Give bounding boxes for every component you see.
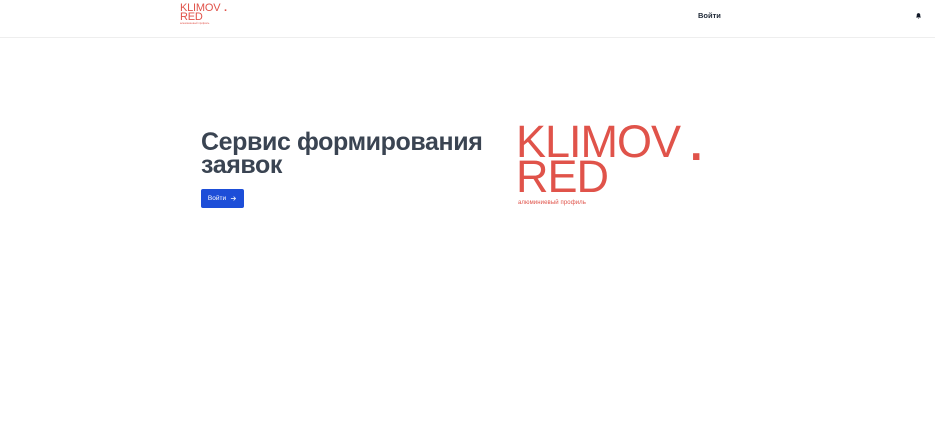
bell-icon[interactable] [915, 12, 922, 20]
brand-logo-dot: . [690, 119, 703, 170]
header-logo-dot: . [224, 2, 228, 14]
arrow-right-icon [230, 196, 236, 201]
header-login-link[interactable]: Войти [698, 11, 721, 20]
top-header: KLIMOV RED . aлюминиевый профиль Войти [0, 0, 935, 38]
brand-logo: KLIMOV RED . алюминиевый профиль [516, 119, 706, 213]
header-logo[interactable]: KLIMOV RED . aлюминиевый профиль [180, 2, 230, 26]
header-logo-line2: RED [180, 11, 203, 23]
brand-logo-line2: RED [516, 151, 609, 202]
page-title: Сервис формирования заявок [201, 128, 483, 179]
brand-logo-subtitle: алюминиевый профиль [518, 200, 587, 206]
login-button-label: Войти [207, 195, 227, 202]
login-button[interactable]: Войти [201, 189, 244, 208]
header-logo-subtitle: aлюминиевый профиль [180, 22, 210, 25]
